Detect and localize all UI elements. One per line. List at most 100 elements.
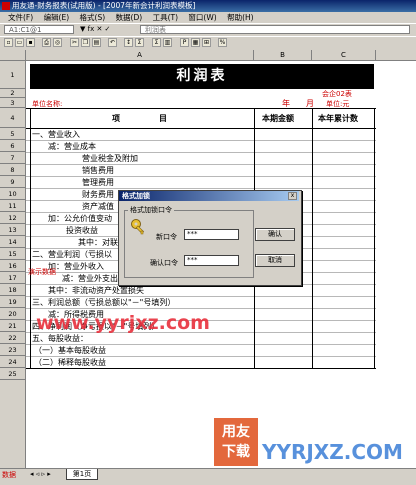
row-item-text[interactable]: 加：公允价值变动 <box>48 213 112 224</box>
preview-icon[interactable]: ◎ <box>53 38 62 47</box>
formula-input[interactable]: 利润表 <box>140 25 410 34</box>
sum-icon[interactable]: Σ <box>135 38 144 47</box>
column-header-c[interactable]: C <box>312 50 376 61</box>
percent-icon[interactable]: % <box>218 38 227 47</box>
row-header[interactable]: 11 <box>0 200 26 212</box>
row-item-text[interactable]: 其中：对联 <box>78 237 118 248</box>
grid-line <box>374 108 375 368</box>
new-password-label: 新口令 <box>156 233 177 241</box>
window-title: 用友通-财务报表(试用版) - [2007年新会计利润表模板] <box>12 1 196 10</box>
row-item-text[interactable]: 三、利润总额（亏损总额以"－"号填列） <box>32 297 175 308</box>
menu-edit[interactable]: 编辑(E) <box>44 13 70 22</box>
row-item-text[interactable]: 加：营业外收入 <box>48 261 104 272</box>
row-header[interactable]: 5 <box>0 128 26 140</box>
grid-line <box>26 368 376 369</box>
row-header[interactable]: 20 <box>0 308 26 320</box>
tab-page-1[interactable]: 第1页 <box>66 469 98 480</box>
corner-header[interactable] <box>0 50 26 61</box>
row-header[interactable]: 25 <box>0 368 26 380</box>
confirm-password-input[interactable]: *** <box>184 255 239 266</box>
row-item-text[interactable]: 二、营业利润（亏损以 <box>32 249 112 260</box>
p-icon[interactable]: P <box>180 38 189 47</box>
format-icon[interactable]: ▦ <box>191 38 200 47</box>
ratio-icon[interactable]: ⊞ <box>202 38 211 47</box>
menu-file[interactable]: 文件(F) <box>8 13 33 22</box>
undo-icon[interactable]: ↶ <box>108 38 117 47</box>
sheet-tab-bar <box>0 468 416 485</box>
menu-tools[interactable]: 工具(T) <box>153 13 178 22</box>
row-header[interactable]: 10 <box>0 188 26 200</box>
row-header[interactable]: 4 <box>0 108 26 128</box>
column-header-a[interactable]: A <box>26 50 254 61</box>
open-icon[interactable]: ▭ <box>15 38 24 47</box>
report-title[interactable]: 利润表 <box>30 64 374 89</box>
row-header[interactable]: 8 <box>0 164 26 176</box>
row-item-text[interactable]: 销售费用 <box>82 165 114 176</box>
row-header[interactable]: 14 <box>0 236 26 248</box>
sort-icon[interactable]: ↕ <box>124 38 133 47</box>
new-icon[interactable]: ▫ <box>4 38 13 47</box>
menu-data[interactable]: 数据(D) <box>116 13 143 22</box>
row-item-text[interactable]: 资产减值 <box>82 201 114 212</box>
menu-window[interactable]: 窗口(W) <box>188 13 216 22</box>
status-mode: 数据 <box>2 471 16 479</box>
menu-bar: 文件(F) 编辑(E) 格式(S) 数据(D) 工具(T) 窗口(W) 帮助(H… <box>0 12 416 23</box>
cell-reference-box[interactable]: A1:C1@1 <box>4 25 74 34</box>
new-password-input[interactable]: *** <box>184 229 239 240</box>
header-item: 项 目 <box>112 114 167 123</box>
row-item-text[interactable]: （二）稀释每股收益 <box>34 357 106 368</box>
row-header[interactable]: 9 <box>0 176 26 188</box>
unit-label: 单位:元 <box>326 100 350 108</box>
cut-icon[interactable]: ✂ <box>70 38 79 47</box>
chart-icon[interactable]: ▥ <box>163 38 172 47</box>
row-header[interactable]: 22 <box>0 332 26 344</box>
paste-icon[interactable]: ▤ <box>92 38 101 47</box>
row-item-text[interactable]: （一）基本每股收益 <box>34 345 106 356</box>
row-header[interactable]: 23 <box>0 344 26 356</box>
row-header[interactable]: 2 <box>0 89 26 98</box>
row-header[interactable]: 17 <box>0 272 26 284</box>
column-header-b[interactable]: B <box>254 50 312 61</box>
print-icon[interactable]: ⎙ <box>42 38 51 47</box>
row-header[interactable]: 12 <box>0 212 26 224</box>
menu-format[interactable]: 格式(S) <box>80 13 106 22</box>
row-header[interactable]: 16 <box>0 260 26 272</box>
row-header[interactable]: 15 <box>0 248 26 260</box>
row-item-text[interactable]: 减：营业成本 <box>48 141 96 152</box>
sigma-icon[interactable]: Σ <box>152 38 161 47</box>
tab-scroll-arrows[interactable]: ◂ ◃ ▹ ▸ <box>30 470 51 478</box>
ok-button[interactable]: 确认 <box>255 228 295 241</box>
row-header[interactable]: 24 <box>0 356 26 368</box>
row-header[interactable]: 3 <box>0 98 26 108</box>
row-header[interactable]: 1 <box>0 61 26 89</box>
header-current-amount: 本期金额 <box>262 114 294 123</box>
row-header[interactable]: 21 <box>0 320 26 332</box>
row-item-text[interactable]: 营业税金及附加 <box>82 153 138 164</box>
watermark-logo-line2: 下载 <box>222 444 250 460</box>
row-header[interactable]: 13 <box>0 224 26 236</box>
row-header[interactable]: 6 <box>0 140 26 152</box>
row-header-blank <box>0 380 26 468</box>
formula-buttons[interactable]: ▼ fx ✕ ✓ <box>80 25 110 33</box>
row-header[interactable]: 19 <box>0 296 26 308</box>
dialog-title-text: 格式加锁 <box>122 192 150 200</box>
row-item-text[interactable]: 管理费用 <box>82 177 114 188</box>
row-item-text[interactable]: 投资收益 <box>66 225 98 236</box>
row-item-text[interactable]: 五、每股收益： <box>32 333 88 344</box>
row-item-text[interactable]: 财务费用 <box>82 189 114 200</box>
window-title-bar: 用友通-财务报表(试用版) - [2007年新会计利润表模板] <box>0 0 416 12</box>
row-item-text[interactable]: 一、营业收入 <box>32 129 80 140</box>
save-icon[interactable]: ▪ <box>26 38 35 47</box>
month-label: 月 <box>306 99 314 108</box>
row-item-text[interactable]: 其中：非流动资产处置损失 <box>48 285 144 296</box>
key-icon <box>131 219 145 235</box>
row-header[interactable]: 7 <box>0 152 26 164</box>
close-icon[interactable]: x <box>288 192 297 200</box>
column-header-blank <box>376 50 416 61</box>
row-header[interactable]: 18 <box>0 284 26 296</box>
menu-help[interactable]: 帮助(H) <box>227 13 254 22</box>
copy-icon[interactable]: ❐ <box>81 38 90 47</box>
cancel-button[interactable]: 取消 <box>255 254 295 267</box>
dialog-title: 格式加锁 <box>119 191 299 201</box>
row-item-text[interactable]: 减：营业外支出 <box>62 273 118 284</box>
